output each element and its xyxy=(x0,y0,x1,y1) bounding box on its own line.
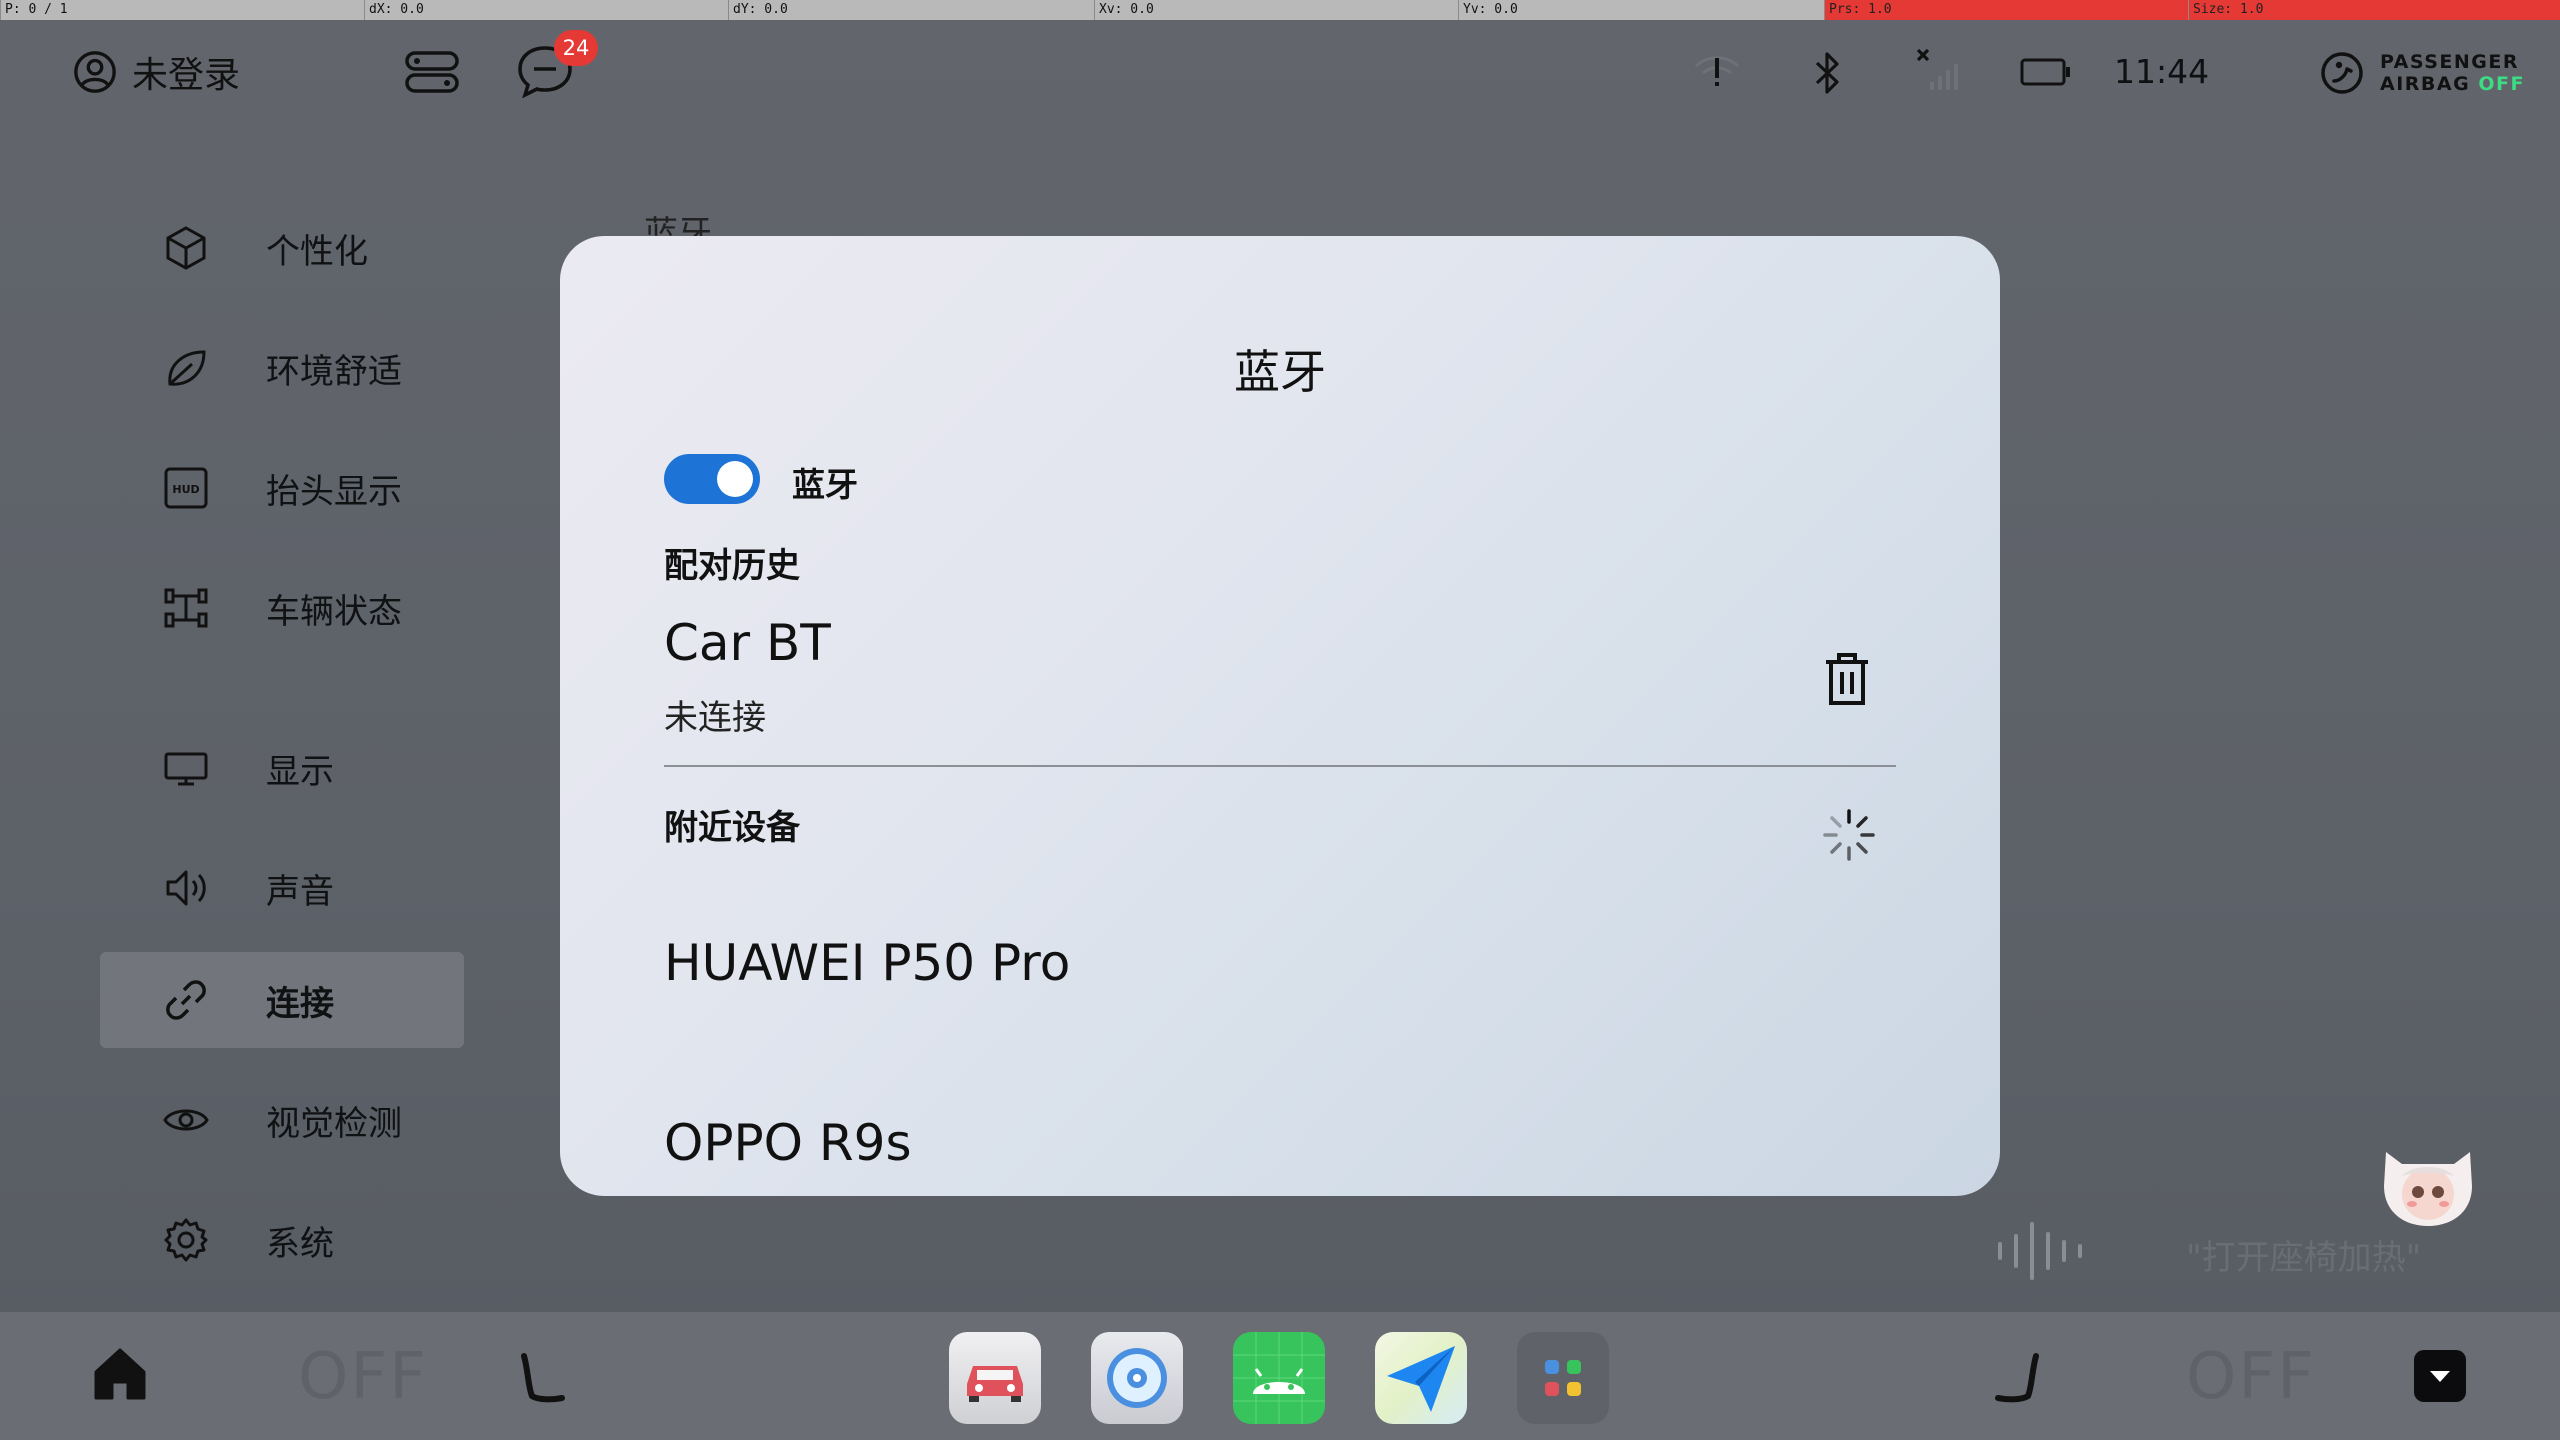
bluetooth-toggle[interactable] xyxy=(664,454,760,504)
car-app-icon[interactable] xyxy=(949,1332,1041,1424)
debug-size: Size: 1.0 xyxy=(2188,0,2560,20)
sidebar-item-sound[interactable]: 声音 xyxy=(100,840,464,936)
send-app-icon[interactable] xyxy=(1375,1332,1467,1424)
nearby-device[interactable]: OPPO R9s xyxy=(664,1114,912,1172)
sidebar-item-label: 连接 xyxy=(266,983,334,1024)
sidebar-item-connection[interactable]: 连接 xyxy=(100,952,464,1048)
debug-xv: Xv: 0.0 xyxy=(1094,0,1154,20)
speaker-icon xyxy=(166,870,206,906)
divider xyxy=(664,765,1896,767)
gear-icon xyxy=(164,1218,208,1262)
debug-yv: Yv: 0.0 xyxy=(1458,0,1518,20)
cellular-signal-icon xyxy=(1916,48,1958,90)
leaf-icon xyxy=(168,350,206,386)
sidebar-item-vehicle-status[interactable]: 车辆状态 xyxy=(100,560,464,656)
cube-icon xyxy=(166,226,206,270)
sidebar-item-vision[interactable]: 视觉检测 xyxy=(100,1072,464,1168)
debug-pointer: P: 0 / 1 xyxy=(0,0,68,20)
link-icon xyxy=(166,980,206,1020)
user-account[interactable]: 未登录 xyxy=(72,48,240,96)
vehicle-status-icon xyxy=(164,588,208,628)
paired-device-name[interactable]: Car BT xyxy=(664,614,831,672)
debug-prs: Prs: 1.0 xyxy=(1824,0,2188,20)
seat-right-icon[interactable] xyxy=(1992,1352,2044,1408)
debug-dy: dY: 0.0 xyxy=(728,0,788,20)
airbag-icon xyxy=(2321,52,2363,94)
sidebar-item-comfort[interactable]: 环境舒适 xyxy=(100,320,464,416)
paired-history-header: 配对历史 xyxy=(664,546,800,586)
sidebar-item-label: 抬头显示 xyxy=(266,471,402,512)
sidebar-item-system[interactable]: 系统 xyxy=(100,1192,464,1288)
sidebar-item-hud[interactable]: HUD 抬头显示 xyxy=(100,440,464,536)
voice-assistant-avatar-icon[interactable] xyxy=(2372,1134,2484,1230)
home-icon[interactable] xyxy=(92,1346,148,1402)
user-icon xyxy=(74,51,116,93)
paired-device-status: 未连接 xyxy=(664,698,766,738)
message-count-badge: 24 xyxy=(554,30,598,66)
debug-dx: dX: 0.0 xyxy=(364,0,424,20)
sidebar-item-label: 视觉检测 xyxy=(266,1103,402,1144)
clock: 11:44 xyxy=(2114,52,2210,91)
sidebar-item-label: 个性化 xyxy=(266,231,368,272)
control-center-icon[interactable] xyxy=(404,50,460,94)
passenger-airbag-indicator: PASSENGER AIRBAG OFF xyxy=(2320,50,2525,96)
sidebar-item-label: 声音 xyxy=(266,871,334,912)
nearby-device[interactable]: HUAWEI P50 Pro xyxy=(664,934,1070,992)
monitor-icon xyxy=(164,752,208,786)
airbag-line1: PASSENGER xyxy=(2380,51,2519,73)
voice-hint: "打开座椅加热" xyxy=(2186,1238,2422,1278)
sidebar-item-label: 车辆状态 xyxy=(266,591,402,632)
hud-icon: HUD xyxy=(164,467,208,509)
user-label: 未登录 xyxy=(132,55,241,96)
chevron-down-icon xyxy=(2430,1371,2450,1382)
sidebar-item-personalization[interactable]: 个性化 xyxy=(100,200,464,296)
seat-left-icon[interactable] xyxy=(516,1352,568,1408)
svg-text:HUD: HUD xyxy=(172,483,199,496)
expand-menu-button[interactable] xyxy=(2414,1350,2466,1402)
app-grid-icon[interactable] xyxy=(1517,1332,1609,1424)
sidebar-item-display[interactable]: 显示 xyxy=(100,720,464,816)
dialog-title: 蓝牙 xyxy=(1234,345,1326,399)
android-app-icon[interactable] xyxy=(1233,1332,1325,1424)
sidebar-item-label: 显示 xyxy=(266,751,334,792)
voice-waveform-icon[interactable] xyxy=(1992,1216,2088,1286)
bluetooth-icon xyxy=(1815,52,1839,94)
battery-icon xyxy=(2020,58,2070,86)
seat-heat-left-status[interactable]: OFF xyxy=(298,1340,428,1414)
loading-spinner-icon xyxy=(1823,809,1875,861)
sidebar-item-label: 系统 xyxy=(266,1223,334,1264)
bluetooth-toggle-label: 蓝牙 xyxy=(792,465,858,504)
airbag-line2: AIRBAG xyxy=(2380,73,2471,95)
airbag-state: OFF xyxy=(2478,73,2525,95)
screen: P: 0 / 1 dX: 0.0 dY: 0.0 Xv: 0.0 Yv: 0.0… xyxy=(0,0,2560,1440)
eye-icon xyxy=(163,1109,209,1131)
music-disc-app-icon[interactable] xyxy=(1091,1332,1183,1424)
sidebar-item-label: 环境舒适 xyxy=(266,351,402,392)
trash-icon[interactable] xyxy=(1822,650,1872,708)
toggle-knob xyxy=(717,461,753,497)
pointer-debug-bar: P: 0 / 1 dX: 0.0 dY: 0.0 Xv: 0.0 Yv: 0.0… xyxy=(0,0,2560,20)
bottom-dock: OFF OFF xyxy=(0,1312,2560,1440)
seat-heat-right-status[interactable]: OFF xyxy=(2186,1340,2316,1414)
nearby-devices-header: 附近设备 xyxy=(664,808,800,848)
bluetooth-dialog: 蓝牙 蓝牙 配对历史 Car BT 未连接 附近设备 HUAWEI P50 Pr… xyxy=(560,236,2000,1196)
wifi-warning-icon xyxy=(1694,56,1740,86)
